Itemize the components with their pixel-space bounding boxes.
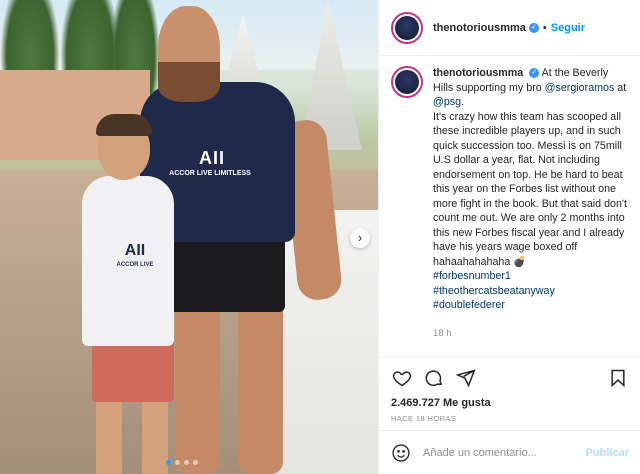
follow-button[interactable]: Seguir — [551, 22, 585, 34]
post-sidebar: thenotoriousmma ✓ • Seguir thenotoriousm… — [378, 0, 640, 474]
likes-count[interactable]: 2.469.727 Me gusta — [379, 393, 640, 409]
post-header: thenotoriousmma ✓ • Seguir — [379, 0, 640, 56]
caption-avatar[interactable] — [391, 66, 423, 98]
carousel-dot — [175, 460, 180, 465]
caption-intro-2: at — [614, 81, 627, 94]
avatar-image — [395, 70, 419, 94]
hashtag-link[interactable]: #doublefederer — [433, 298, 630, 313]
add-comment-bar: Publicar — [379, 430, 640, 474]
photo-boy-shorts — [92, 338, 174, 402]
action-icons — [379, 357, 640, 393]
carousel-next-button[interactable]: › — [350, 228, 370, 248]
avatar[interactable] — [391, 11, 423, 44]
photo-boy-shirt-logo: AII — [124, 242, 146, 259]
avatar-image — [395, 15, 419, 40]
carousel-dot — [184, 460, 189, 465]
caption-time: 18 h — [433, 327, 452, 339]
photo-boy-leg — [142, 398, 168, 474]
verified-badge-icon: ✓ — [528, 22, 539, 33]
post-timestamp: HACE 18 HORAS — [391, 414, 457, 423]
caption-text: thenotoriousmma ✓ At the Beverly Hills s… — [433, 66, 630, 348]
post-comment-button[interactable]: Publicar — [586, 447, 629, 459]
heart-icon[interactable] — [391, 367, 413, 389]
carousel-dots — [166, 460, 198, 465]
caption-intro-3: . — [461, 96, 465, 108]
photo-man-leg — [175, 300, 220, 474]
photo-boy-hair — [96, 114, 152, 136]
carousel-dot — [166, 460, 171, 465]
photo-man-leg — [238, 300, 283, 474]
caption-body: It's crazy how this team has scooped all… — [433, 110, 627, 268]
caption-block: thenotoriousmma ✓ At the Beverly Hills s… — [391, 66, 630, 348]
bookmark-icon[interactable] — [607, 367, 629, 389]
comment-input[interactable] — [423, 446, 586, 459]
verified-badge-icon: ✓ — [529, 68, 540, 79]
actions-bar: 2.469.727 Me gusta HACE 18 HORAS — [379, 356, 640, 423]
post-photo[interactable]: AII ACCOR LIVE LIMITLESS AII ACCOR LIVE … — [0, 0, 378, 474]
photo-boy-shirt — [82, 176, 174, 346]
carousel-dot — [193, 460, 198, 465]
mention-link[interactable]: @sergioramos — [545, 82, 615, 94]
comment-icon[interactable] — [423, 367, 445, 389]
photo-shirt-sponsor: ACCOR LIVE LIMITLESS — [169, 170, 251, 177]
photo-man-shorts — [165, 232, 285, 312]
header-separator: • — [542, 21, 547, 34]
hashtag-link[interactable]: #forbesnumber1 — [433, 269, 630, 284]
photo-boy-leg — [96, 398, 122, 474]
header-username[interactable]: thenotoriousmma — [433, 22, 526, 34]
photo-boy-shirt-sponsor: ACCOR LIVE — [116, 262, 154, 268]
mention-link[interactable]: @psg — [433, 96, 461, 108]
emoji-icon[interactable] — [391, 443, 411, 463]
photo-shirt-logo: AII — [198, 148, 225, 168]
photo-man-beard — [158, 62, 220, 102]
share-icon[interactable] — [455, 367, 477, 389]
hashtag-link[interactable]: #theothercatsbeatanyway — [433, 284, 630, 299]
caption-username[interactable]: thenotoriousmma — [433, 67, 523, 79]
